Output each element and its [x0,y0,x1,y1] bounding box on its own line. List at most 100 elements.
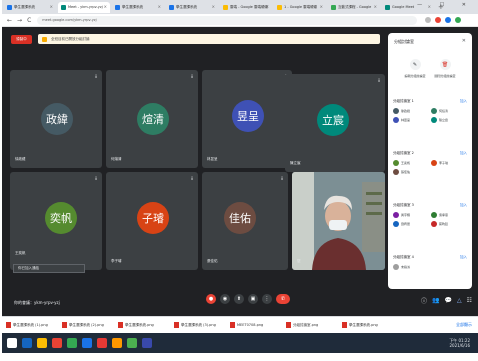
mic-off-button[interactable]: ● [206,294,216,304]
participant-tile[interactable]: ⅱ 立宸 陳立宸 [285,74,385,172]
forward-icon[interactable]: → [17,17,22,24]
taskbar-app-icon[interactable] [22,338,32,348]
extension-icon[interactable] [445,17,452,23]
system-clock[interactable]: 下午 01:22 2021/6/16 [449,338,470,348]
room-member: 未指派 [393,264,427,270]
participant-tile[interactable]: ⅱ 佳佑 張佳佑 [202,172,288,270]
url-field[interactable]: meet.google.com/ykm-yrpv-yzj [37,15,418,25]
taskbar-app-icon[interactable] [112,338,122,348]
member-name: 王奕帆 [401,161,411,165]
present-button[interactable]: ▣ [248,294,258,304]
participant-tile[interactable]: ⅱ 昱呈 林昱呈 [202,70,292,168]
avatar: 奕帆 [45,202,77,234]
muted-mic-icon: ⅱ [95,176,97,181]
download-filename: MEET0708.png [237,323,264,327]
profile-avatar[interactable] [455,17,462,23]
close-tab-icon[interactable]: × [212,4,215,9]
window-controls[interactable]: — ☐ ✕ [417,2,474,8]
room-member: 吳承恩 [431,212,465,218]
tab-label: Meet - ykm-yrpv-yzj [68,5,103,9]
participant-tile[interactable]: ⅱ 奕帆 王奕帆 [10,172,102,270]
muted-mic-icon: ⅱ [191,74,193,79]
taskbar-app-icon[interactable] [52,338,62,348]
breakout-icon[interactable]: ☷ [467,297,472,304]
taskbar-app-icon[interactable] [82,338,92,348]
close-tab-icon[interactable]: × [374,4,377,9]
avatar [393,160,399,166]
extension-icon[interactable] [435,17,442,23]
star-icon[interactable] [425,17,432,23]
download-item[interactable]: 學生選課系統 (2).png [58,320,114,330]
room-member: 王奕帆 [393,160,427,166]
close-rooms-action[interactable]: 🗑 關閉分組討論室 [430,59,460,78]
download-item[interactable]: MEET0708.png [226,320,282,330]
taskbar-app-icon[interactable] [67,338,77,348]
browser-tab-active[interactable]: Meet - ykm-yrpv-yzj × [58,1,110,13]
participant-name: 王奕帆 [15,251,26,255]
notice-banner: 全班目前已開放分組討論 [38,34,380,44]
participant-name: 李子璿 [111,259,122,263]
download-item[interactable]: 學生選課系統.png [114,320,170,330]
participant-tile[interactable]: ⅱ 煊清 何煊清 [106,70,198,168]
close-icon[interactable]: ✕ [462,38,466,44]
room-member: 林昱呈 [393,117,427,123]
join-room-link[interactable]: 加入 [460,99,467,104]
browser-tab[interactable]: 1 - Google 雲端硬碟 × [274,2,326,13]
end-call-button[interactable]: ✆ [276,294,290,304]
toast-message: 你已加入通話 [13,264,85,273]
show-all-downloads-button[interactable]: 全部顯示 [456,322,472,328]
reload-icon[interactable]: C [27,17,31,24]
close-tab-icon[interactable]: × [50,4,53,9]
info-icon[interactable]: ⓘ [421,296,427,305]
download-item[interactable]: 分組討論室.png [282,320,338,330]
taskbar-app-icon[interactable] [127,338,137,348]
room-member: 劉宥辰 [393,221,427,227]
breakout-rooms-panel: 分組討論室 ✕ ✎ 編輯分組討論室 🗑 關閉分組討論室 分組討論室 1 加入 徐政… [388,33,472,289]
participant-tile[interactable]: ⅱ 子璿 李子璿 [106,172,198,270]
info-icon [42,36,47,42]
close-tab-icon[interactable]: × [158,4,161,9]
start-icon[interactable] [7,338,17,348]
taskbar-app-icon[interactable] [142,338,152,348]
back-icon[interactable]: ← [7,17,12,24]
join-room-link[interactable]: 加入 [460,255,467,260]
participant-name: 您 [297,259,301,263]
avatar [393,108,399,114]
member-name: 李子璿 [439,161,449,165]
taskbar-app-icon[interactable] [97,338,107,348]
download-item[interactable]: 學生選課系統 (1).png [2,320,58,330]
browser-tab[interactable]: 學生選課系統 × [4,2,56,13]
join-room-link[interactable]: 加入 [460,151,467,156]
action-label: 編輯分組討論室 [404,74,426,78]
close-tab-icon[interactable]: × [320,4,323,9]
close-tab-icon[interactable]: × [266,4,269,9]
chat-icon[interactable]: 💬 [445,297,452,304]
people-icon[interactable]: 👥 [432,297,439,304]
close-tab-icon[interactable]: × [104,4,107,9]
activities-icon[interactable]: △ [457,297,462,304]
edit-rooms-action[interactable]: ✎ 編輯分組討論室 [400,59,430,78]
more-options-button[interactable]: ⋮ [262,294,272,304]
download-item[interactable]: 學生選課系統.png [338,320,394,330]
camera-button[interactable]: ◉ [220,294,230,304]
file-icon [62,322,67,328]
download-item[interactable]: 學生選課系統 (3).png [170,320,226,330]
tab-label: Google Meet [392,5,415,9]
browser-tab[interactable]: 互動式課程 - Google × [328,2,380,13]
participant-name: 林昱呈 [207,157,218,161]
browser-tab[interactable]: 學生選課系統 × [112,2,164,13]
room-member: 蔡昀廷 [431,221,465,227]
join-room-link[interactable]: 加入 [460,203,467,208]
favicon-icon [223,4,228,10]
room-title: 分組討論室 2 [393,151,414,155]
raise-hand-button[interactable]: ⬆ [234,294,244,304]
self-view-tile[interactable]: 您 [292,172,385,270]
taskbar-app-icon[interactable] [37,338,47,348]
browser-tab[interactable]: 雲端 - Google 雲端硬碟 × [220,2,272,13]
participant-tile[interactable]: ⅱ 政緯 徐政緯 [10,70,102,168]
member-name: 林昱呈 [401,118,411,122]
download-filename: 學生選課系統 (3).png [181,322,216,327]
extension-icons [425,17,462,23]
member-name: 徐政緯 [401,109,411,113]
browser-tab[interactable]: 學生選課系統 × [166,2,218,13]
